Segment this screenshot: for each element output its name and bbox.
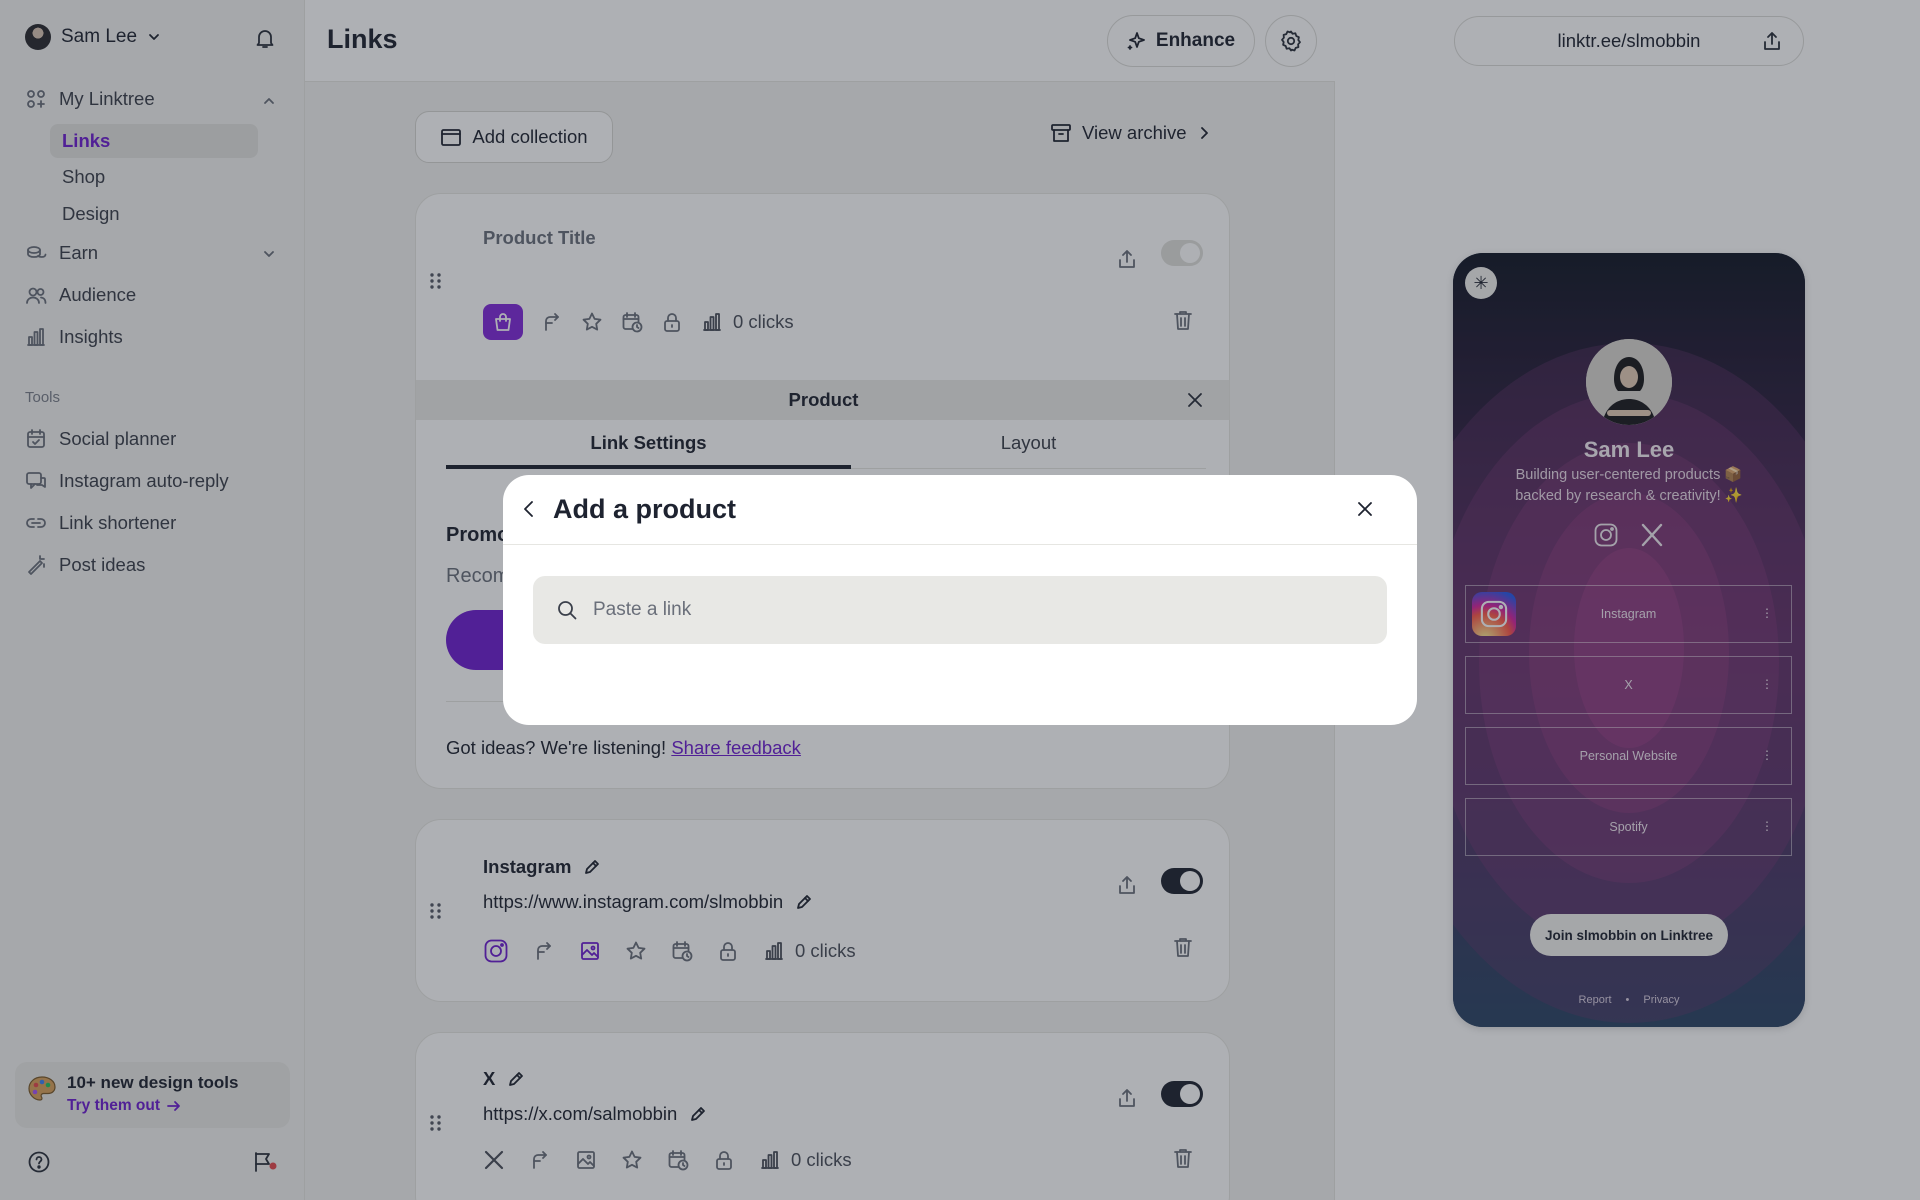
back-icon[interactable] [519,498,539,520]
paste-link-field[interactable] [533,576,1387,644]
search-icon [558,601,577,620]
paste-link-input[interactable] [593,599,1353,621]
close-icon[interactable] [1354,498,1376,520]
modal-header: Add a product [503,475,1417,545]
add-product-modal: Add a product [503,475,1417,725]
modal-title: Add a product [553,494,736,524]
